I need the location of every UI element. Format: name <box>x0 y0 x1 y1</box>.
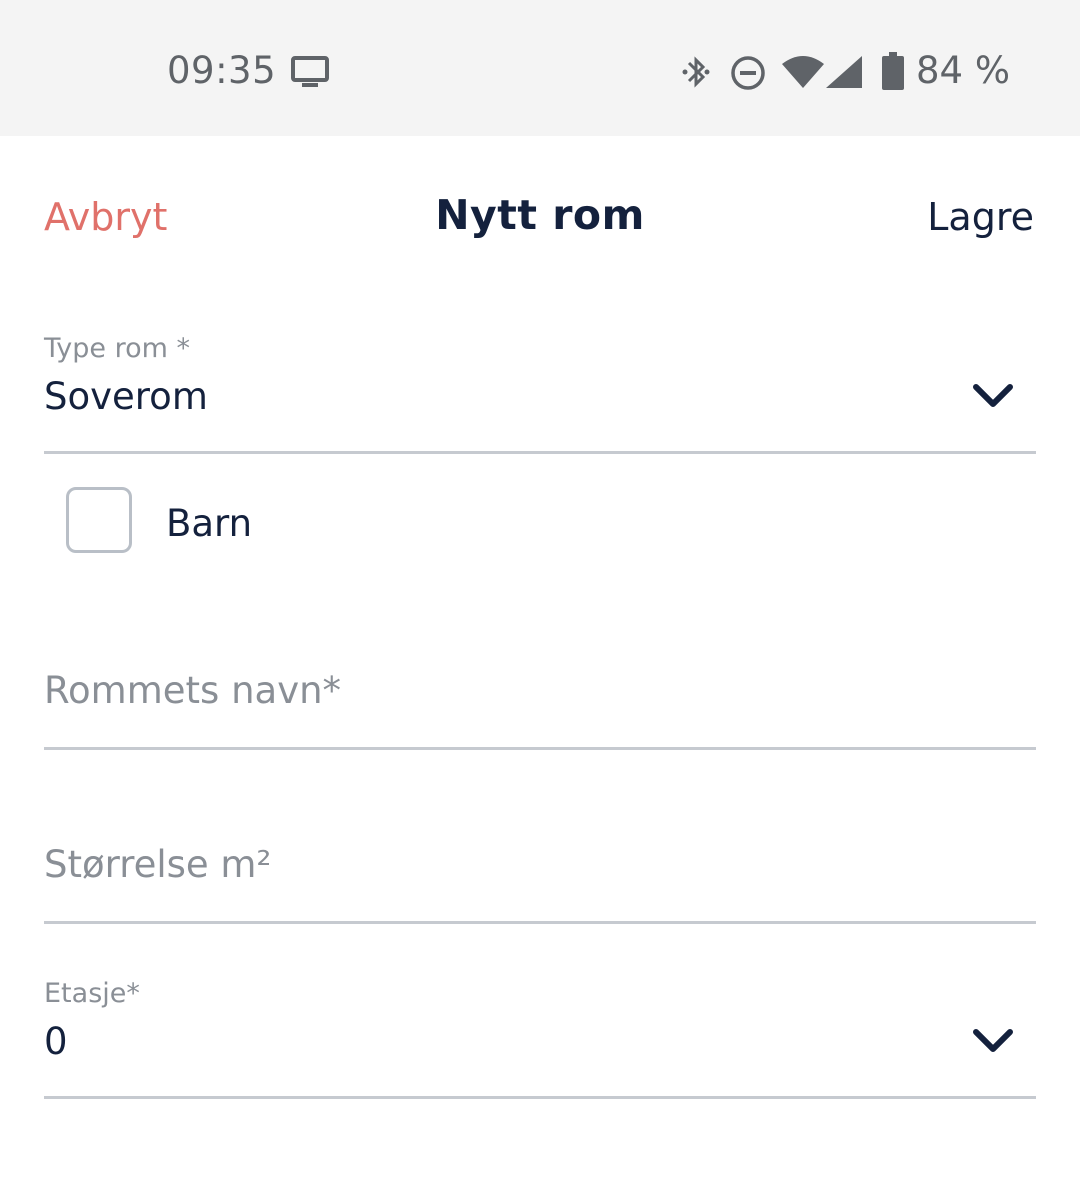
child-checkbox[interactable] <box>66 487 132 553</box>
chevron-down-icon <box>973 1029 1013 1052</box>
room-name-placeholder: Rommets navn* <box>44 669 342 712</box>
child-checkbox-label[interactable]: Barn <box>166 501 252 547</box>
do-not-disturb-icon <box>731 56 765 90</box>
new-room-screen: 09:35 84 % Nytt rom Avbryt Lagre Type ro… <box>0 0 1080 1195</box>
wifi-icon <box>782 56 824 88</box>
status-time: 09:35 <box>167 49 277 92</box>
room-name-underline <box>44 747 1036 750</box>
room-type-value: Soverom <box>44 375 208 418</box>
size-input[interactable]: Størrelse m² <box>44 834 1036 926</box>
battery-percentage: 84 % <box>916 49 1010 92</box>
room-type-underline <box>44 451 1036 454</box>
floor-label: Etasje* <box>44 978 140 1009</box>
battery-icon <box>882 52 904 90</box>
bluetooth-icon <box>682 56 710 88</box>
room-name-input[interactable]: Rommets navn* <box>44 660 1036 752</box>
cancel-button[interactable]: Avbryt <box>44 193 167 241</box>
size-placeholder: Størrelse m² <box>44 843 272 886</box>
room-type-select[interactable]: Type rom * Soverom <box>44 330 1036 456</box>
status-bar: 09:35 84 % <box>0 0 1080 136</box>
save-button[interactable]: Lagre <box>927 193 1034 241</box>
floor-value: 0 <box>44 1020 68 1063</box>
cast-icon <box>291 56 329 87</box>
floor-underline <box>44 1096 1036 1099</box>
floor-select[interactable]: Etasje* 0 <box>44 975 1036 1101</box>
chevron-down-icon <box>973 384 1013 407</box>
room-type-label: Type rom * <box>44 333 191 364</box>
size-underline <box>44 921 1036 924</box>
cellular-signal-icon <box>826 56 862 88</box>
